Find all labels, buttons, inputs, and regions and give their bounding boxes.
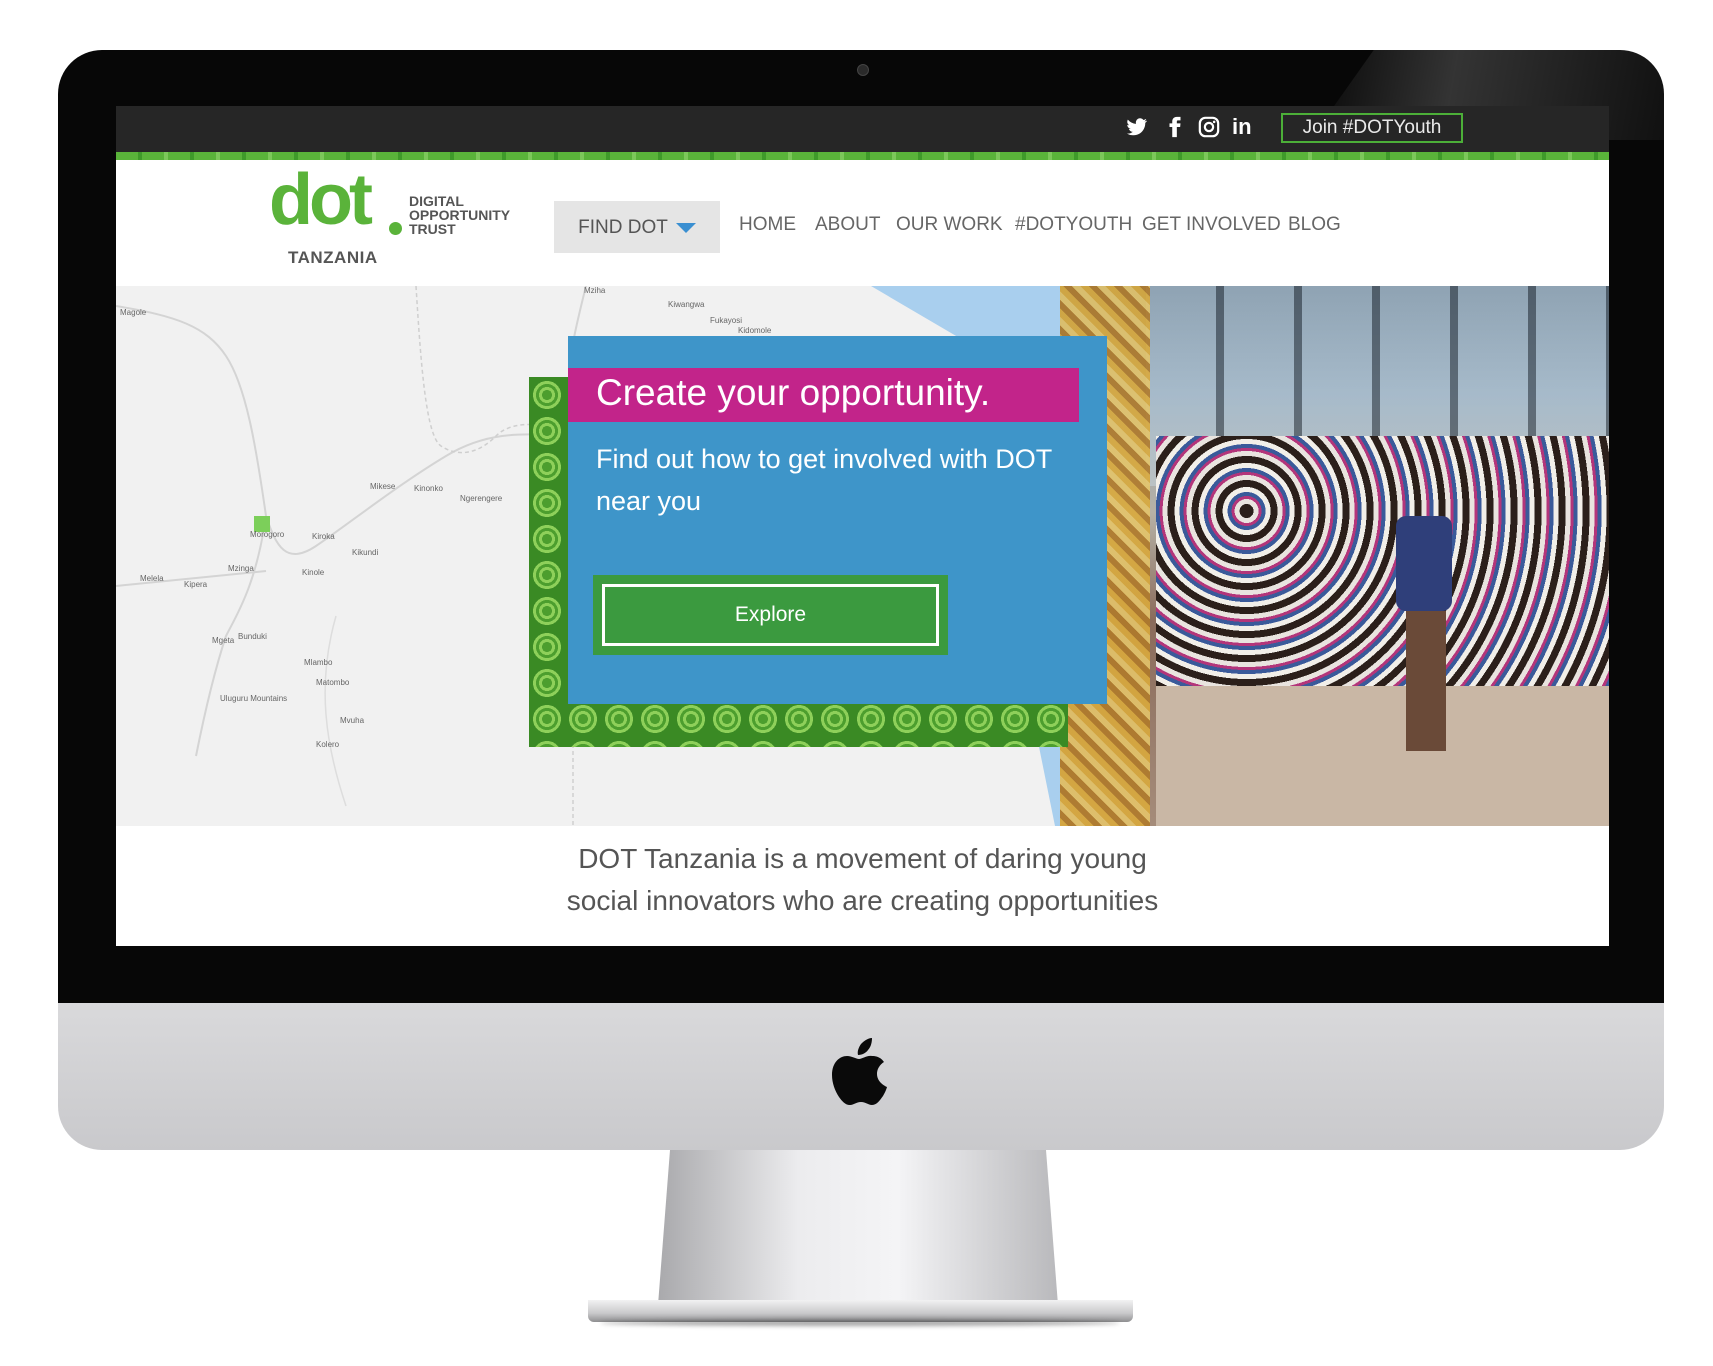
logo-country: TANZANIA	[288, 248, 378, 267]
map-label: Kiwangwa	[668, 300, 705, 309]
monitor-stand	[658, 1150, 1058, 1305]
map-label: Kipera	[184, 580, 208, 589]
map-label: Ngerengere	[460, 494, 503, 503]
website-screen: in Join #DOTYouth dot DIGITAL OPPORTUNIT…	[116, 106, 1609, 946]
map-label: Mikese	[370, 482, 396, 491]
logo-wordmark[interactable]: dot	[269, 164, 373, 236]
find-dot-dropdown[interactable]: FIND DOT	[554, 201, 720, 253]
intro-line-2: social innovators who are creating oppor…	[566, 885, 1159, 916]
monitor-shadow	[600, 1320, 1120, 1326]
map-label: Mzinga	[228, 564, 254, 573]
nav-blog[interactable]: BLOG	[1288, 214, 1341, 236]
map-label: Morogoro	[250, 530, 285, 539]
nav-our-work[interactable]: OUR WORK	[896, 214, 1003, 236]
caret-down-icon	[675, 222, 696, 233]
photo-crowd	[1156, 436, 1609, 686]
find-dot-label: FIND DOT	[578, 217, 668, 238]
nav-about[interactable]: ABOUT	[815, 214, 880, 236]
twitter-icon[interactable]	[1126, 116, 1148, 144]
monitor-foot	[588, 1300, 1133, 1322]
map-label: Kolero	[316, 740, 340, 749]
linkedin-icon[interactable]: in	[1232, 114, 1252, 140]
hero-subheading: Find out how to get involved with DOT ne…	[596, 444, 1052, 516]
map-label: Bunduki	[238, 632, 267, 641]
nav-get-involved[interactable]: GET INVOLVED	[1142, 214, 1281, 236]
pattern-strip	[116, 152, 1609, 160]
apple-logo-icon	[832, 1038, 887, 1105]
instagram-icon[interactable]	[1198, 116, 1220, 144]
intro-line-1: DOT Tanzania is a movement of daring you…	[578, 843, 1147, 874]
nav-home[interactable]: HOME	[739, 214, 796, 236]
hero-section: Magole Mziha Kiwangwa Fukayosi Kidomole Mikes…	[116, 286, 1609, 826]
photo-person-legs	[1406, 611, 1446, 751]
photo-ground	[1156, 686, 1609, 826]
map-label: Kiroka	[312, 532, 335, 541]
logo-dot	[389, 222, 402, 235]
photo-person	[1396, 516, 1452, 611]
map-label: Melela	[140, 574, 164, 583]
map-label: Kidomole	[738, 326, 772, 335]
camera-icon	[857, 64, 869, 76]
join-dotyouth-button[interactable]: Join #DOTYouth	[1281, 113, 1463, 143]
logo-tagline-line-2: OPPORTUNITY	[409, 207, 511, 223]
logo-tagline-line-3: TRUST	[409, 221, 456, 237]
map-label: Mlambo	[304, 658, 333, 667]
nav-dotyouth[interactable]: #DOTYOUTH	[1015, 214, 1132, 236]
map-label: Magole	[120, 308, 147, 317]
hero-headline: Create your opportunity.	[596, 372, 991, 413]
map-label: Fukayosi	[710, 316, 743, 325]
logo-tagline-line-1: DIGITAL	[409, 193, 464, 209]
map-label: Mvuha	[340, 716, 365, 725]
map-label: Kinonko	[414, 484, 443, 493]
map-label: Mziha	[584, 286, 606, 295]
map-label: Mgeta	[212, 636, 235, 645]
explore-button[interactable]: Explore	[602, 584, 939, 646]
facebook-icon[interactable]	[1164, 116, 1186, 144]
intro-text: DOT Tanzania is a movement of daring you…	[116, 838, 1609, 922]
map-label: Kikundi	[352, 548, 379, 557]
logo-tagline: DIGITAL OPPORTUNITY TRUST	[409, 194, 529, 236]
map-label: Uluguru Mountains	[220, 694, 288, 703]
map-label: Matombo	[316, 678, 350, 687]
map-label: Kinole	[302, 568, 325, 577]
